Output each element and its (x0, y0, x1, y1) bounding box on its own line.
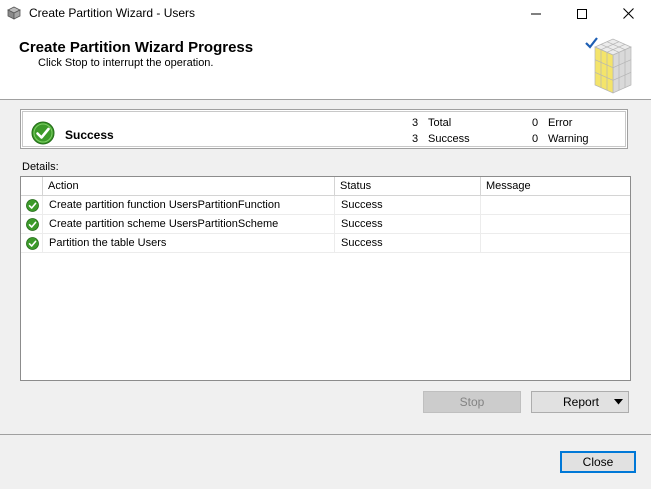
overall-status: Success (65, 128, 114, 142)
success-check-icon (26, 237, 39, 250)
row-action: Partition the table Users (43, 234, 335, 253)
row-status: Success (335, 215, 481, 234)
row-status: Success (335, 234, 481, 253)
error-count: 0 (532, 117, 539, 129)
wizard-cube-icon (583, 33, 641, 95)
row-status: Success (335, 196, 481, 215)
success-check-icon (26, 218, 39, 231)
minimize-icon (531, 13, 541, 14)
success-label: Success (428, 133, 470, 145)
total-count: 3 (412, 117, 419, 129)
success-count: 3 (412, 133, 419, 145)
total-label: Total (428, 117, 452, 129)
warning-label: Warning (548, 133, 589, 145)
row-message (481, 234, 630, 253)
maximize-icon (577, 8, 587, 19)
success-check-icon (26, 199, 39, 212)
table-row[interactable]: Create partition scheme UsersPartitionSc… (21, 215, 630, 234)
status-summary: Success 3 Total 3 Success 0 Error 0 Warn… (20, 109, 628, 149)
table-row[interactable]: Create partition function UsersPartition… (21, 196, 630, 215)
stop-button[interactable]: Stop (423, 391, 521, 413)
close-button[interactable]: Close (560, 451, 636, 473)
minimize-button[interactable] (513, 0, 559, 27)
window-title: Create Partition Wizard - Users (29, 6, 196, 20)
footer-separator (0, 434, 651, 435)
details-label: Details: (22, 161, 59, 173)
close-icon (622, 8, 634, 19)
row-action: Create partition function UsersPartition… (43, 196, 335, 215)
row-action: Create partition scheme UsersPartitionSc… (43, 215, 335, 234)
chevron-down-icon (614, 399, 623, 405)
close-label: Close (582, 455, 614, 469)
wizard-header: Create Partition Wizard Progress Click S… (0, 27, 651, 100)
close-window-button[interactable] (605, 0, 651, 27)
details-grid[interactable]: Action Status Message Create partition f… (20, 176, 631, 381)
table-row[interactable]: Partition the table Users Success (21, 234, 630, 253)
report-button[interactable]: Report (531, 391, 629, 413)
report-label: Report (563, 395, 600, 409)
column-header-status[interactable]: Status (335, 177, 481, 196)
success-check-icon (31, 121, 55, 145)
page-title: Create Partition Wizard Progress (19, 39, 254, 56)
column-header-message[interactable]: Message (481, 177, 630, 196)
page-subtitle: Click Stop to interrupt the operation. (38, 57, 214, 69)
app-icon (7, 6, 21, 20)
stop-label: Stop (459, 395, 485, 409)
row-message (481, 196, 630, 215)
warning-count: 0 (532, 133, 539, 145)
icon-column-header (21, 177, 43, 196)
title-bar: Create Partition Wizard - Users (0, 0, 651, 27)
column-header-action[interactable]: Action (43, 177, 335, 196)
error-label: Error (548, 117, 573, 129)
maximize-button[interactable] (559, 0, 605, 27)
row-message (481, 215, 630, 234)
